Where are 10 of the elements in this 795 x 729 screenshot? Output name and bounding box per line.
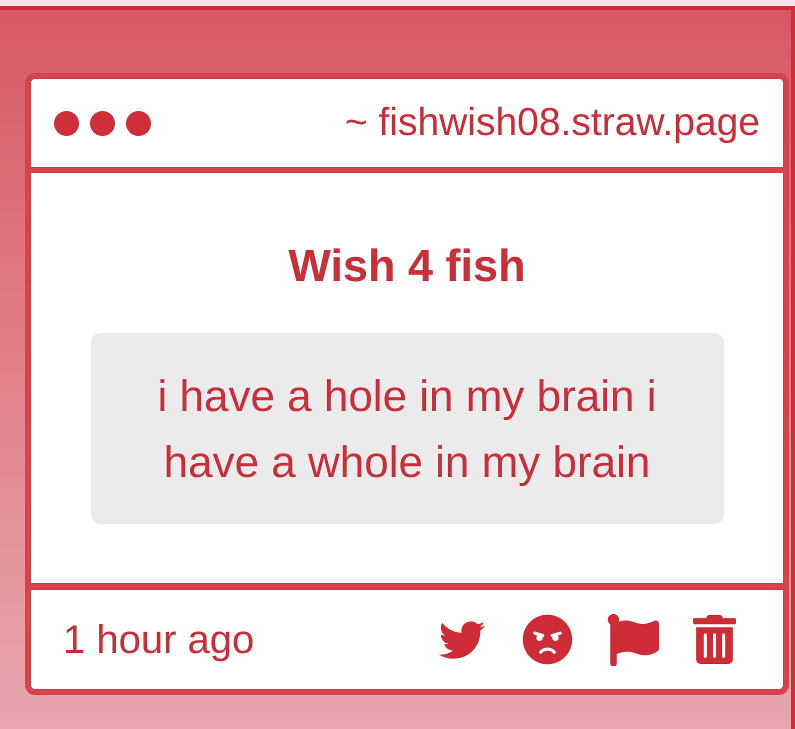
post-time: 1 hour ago bbox=[63, 616, 254, 662]
flag-icon bbox=[607, 614, 659, 666]
angry-face-icon bbox=[522, 614, 573, 665]
post-title: Wish 4 fish bbox=[288, 240, 526, 292]
site-address: ~ fishwish08.straw.page bbox=[344, 100, 760, 146]
react-button[interactable] bbox=[522, 614, 573, 665]
delete-button[interactable] bbox=[693, 615, 736, 664]
trash-icon bbox=[693, 615, 736, 664]
report-button[interactable] bbox=[607, 614, 659, 666]
post-body: i have a hole in my brain i have a whole in my brain bbox=[90, 333, 724, 524]
